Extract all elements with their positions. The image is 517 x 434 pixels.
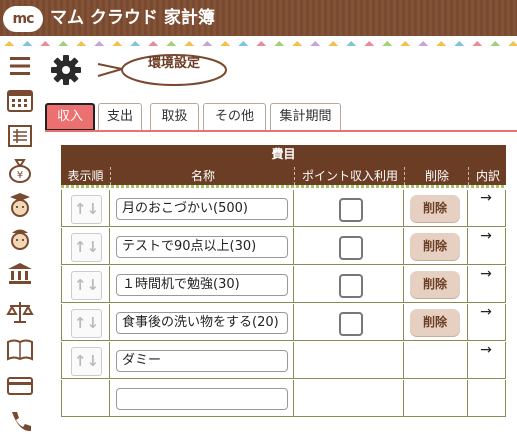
header-stripe <box>61 185 506 188</box>
notebook-icon[interactable] <box>6 336 34 364</box>
table-header-row: 表示順 名称 ポイント収入利用 削除 内訳 <box>61 167 506 187</box>
sort-handle[interactable]: ↑↓ <box>71 347 102 376</box>
point-income-checkbox[interactable] <box>339 312 363 336</box>
category-name-input[interactable]: 食事後の洗い物をする(20) <box>116 312 288 334</box>
delete-button[interactable]: 削除 <box>410 271 460 298</box>
detail-arrow-link[interactable]: → <box>468 190 504 227</box>
svg-text:¥: ¥ <box>17 170 23 181</box>
point-income-checkbox[interactable] <box>339 236 363 260</box>
empty-cell <box>404 342 468 379</box>
table-row: ↑↓ １時間机で勉強(30) 削除 → <box>61 266 506 304</box>
table-row: ↑↓ ダミー → <box>61 342 506 380</box>
tab-expense[interactable]: 支出 <box>98 103 142 130</box>
empty-cell <box>468 380 506 417</box>
tab-aggregation-period[interactable]: 集計期間 <box>270 103 341 130</box>
page-title: 環境設定 <box>147 56 200 71</box>
sort-handle[interactable]: ↑↓ <box>71 195 102 224</box>
detail-arrow-link[interactable]: → <box>468 266 504 303</box>
column-header-delete: 削除 <box>404 167 469 185</box>
detail-arrow-link[interactable]: → <box>468 304 504 341</box>
sidebar: ¥ <box>0 48 40 432</box>
gear-icon <box>50 54 82 86</box>
empty-cell <box>61 380 110 417</box>
detail-arrow-link[interactable]: → <box>468 342 504 379</box>
sort-handle[interactable]: ↑↓ <box>71 271 102 300</box>
tab-other[interactable]: その他 <box>203 103 266 130</box>
sort-handle[interactable]: ↑↓ <box>71 233 102 262</box>
empty-cell <box>404 380 468 417</box>
app-logo[interactable]: mc <box>3 6 43 32</box>
detail-arrow-link[interactable]: → <box>468 228 504 265</box>
child-icon[interactable] <box>6 224 34 252</box>
calendar-icon[interactable] <box>6 86 34 114</box>
category-name-input[interactable]: １時間机で勉強(30) <box>116 274 288 296</box>
point-income-checkbox[interactable] <box>339 198 363 222</box>
table-row-new <box>61 380 506 418</box>
ledger-icon[interactable] <box>6 122 34 150</box>
delete-button[interactable]: 削除 <box>410 195 460 222</box>
scale-icon[interactable] <box>6 298 34 326</box>
card-icon[interactable] <box>6 372 34 400</box>
table-row: ↑↓ テストで90点以上(30) 削除 → <box>61 228 506 266</box>
page-title-bubble: 環境設定 <box>96 52 228 88</box>
table-caption: 費目 <box>61 145 506 167</box>
bunting-decoration <box>0 36 517 46</box>
tab-income[interactable]: 収入 <box>45 103 95 131</box>
category-name-input[interactable]: 月のおこづかい(500) <box>116 198 288 220</box>
column-header-point: ポイント収入利用 <box>294 167 405 185</box>
column-header-name: 名称 <box>110 167 295 185</box>
tab-underline <box>45 130 517 132</box>
app-header: mc マム クラウド 家計簿 <box>0 0 517 36</box>
empty-cell <box>294 380 404 417</box>
category-name-input[interactable]: テストで90点以上(30) <box>116 236 288 258</box>
sort-handle[interactable]: ↑↓ <box>71 309 102 338</box>
delete-button[interactable]: 削除 <box>410 309 460 336</box>
column-header-detail: 内訳 <box>468 167 507 185</box>
menu-icon[interactable] <box>6 52 34 80</box>
tab-handling[interactable]: 取扱 <box>150 103 199 130</box>
child-cap-icon[interactable] <box>6 190 34 218</box>
point-income-checkbox[interactable] <box>339 274 363 298</box>
category-name-input[interactable]: ダミー <box>116 350 288 372</box>
app-title[interactable]: マム クラウド 家計簿 <box>50 7 215 29</box>
bank-transfer-icon[interactable] <box>6 260 34 288</box>
delete-button[interactable]: 削除 <box>410 233 460 260</box>
empty-cell <box>294 342 404 379</box>
table-row: ↑↓ 食事後の洗い物をする(20) 削除 → <box>61 304 506 342</box>
money-bag-icon[interactable]: ¥ <box>6 156 34 184</box>
new-category-name-input[interactable] <box>116 388 288 410</box>
phone-icon[interactable] <box>6 406 34 434</box>
table-row: ↑↓ 月のおこづかい(500) 削除 → <box>61 190 506 228</box>
column-header-order: 表示順 <box>67 169 104 183</box>
